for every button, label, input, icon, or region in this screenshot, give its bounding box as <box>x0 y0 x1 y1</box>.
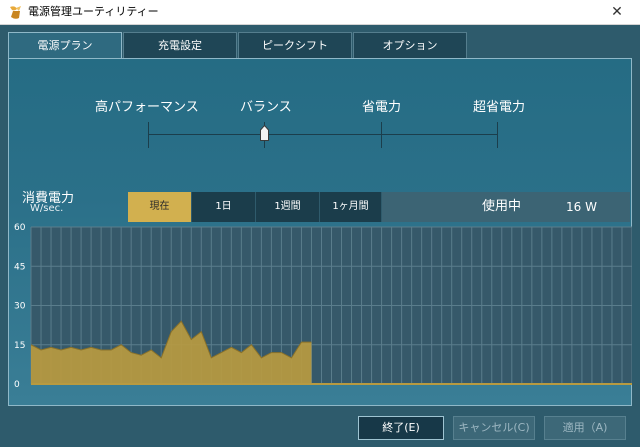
cancel-button[interactable]: キャンセル(C) <box>453 416 535 440</box>
usage-header: 消費電力 W/sec. 現在 1日 1週間 1ヶ月間 使用中 16 W <box>8 184 632 222</box>
chart-y-tick-label: 15 <box>14 341 25 351</box>
chart-y-tick-label: 60 <box>14 223 26 233</box>
tab-options[interactable]: オプション <box>353 32 467 58</box>
period-current-button[interactable]: 現在 <box>128 192 192 222</box>
exit-button[interactable]: 終了(E) <box>358 416 444 440</box>
tab-bar: 電源プラン 充電設定 ピークシフト オプション <box>8 32 632 60</box>
app-icon <box>10 6 21 19</box>
tab-peak-shift[interactable]: ピークシフト <box>238 32 352 58</box>
period-month-button[interactable]: 1ヶ月間 <box>320 192 382 222</box>
close-button[interactable]: ✕ <box>594 0 640 25</box>
plan-slider-tick <box>497 122 498 148</box>
chart-y-tick-label: 45 <box>14 262 25 272</box>
window-title: 電源管理ユーティリティー <box>28 5 159 18</box>
period-week-button[interactable]: 1週間 <box>256 192 320 222</box>
tab-charge-settings[interactable]: 充電設定 <box>123 32 237 58</box>
status-label: 使用中 <box>482 199 522 214</box>
period-day-button[interactable]: 1日 <box>192 192 256 222</box>
plan-label-balanced: バランス <box>240 100 292 115</box>
chart-y-tick-label: 0 <box>14 380 20 390</box>
title-bar: 電源管理ユーティリティー ✕ <box>0 0 640 25</box>
power-usage-chart-svg: 60 45 30 15 0 <box>14 223 632 390</box>
plan-slider-tick <box>148 122 149 148</box>
status-value: 16 W <box>566 200 597 214</box>
plan-slider-thumb[interactable] <box>260 125 269 141</box>
tab-power-plan[interactable]: 電源プラン <box>8 32 122 60</box>
usage-unit: W/sec. <box>30 203 64 214</box>
plan-label-high-performance: 高パフォーマンス <box>95 100 199 115</box>
plan-slider-tick <box>381 122 382 148</box>
status-box: 使用中 16 W <box>382 192 630 222</box>
plan-label-ultra-power-saver: 超省電力 <box>473 100 526 115</box>
plan-slider-track[interactable] <box>148 134 498 135</box>
power-usage-chart: 60 45 30 15 0 <box>8 222 632 406</box>
plan-label-power-saver: 省電力 <box>362 100 402 115</box>
chart-y-tick-label: 30 <box>14 302 26 312</box>
apply-button[interactable]: 適用（A) <box>544 416 626 440</box>
